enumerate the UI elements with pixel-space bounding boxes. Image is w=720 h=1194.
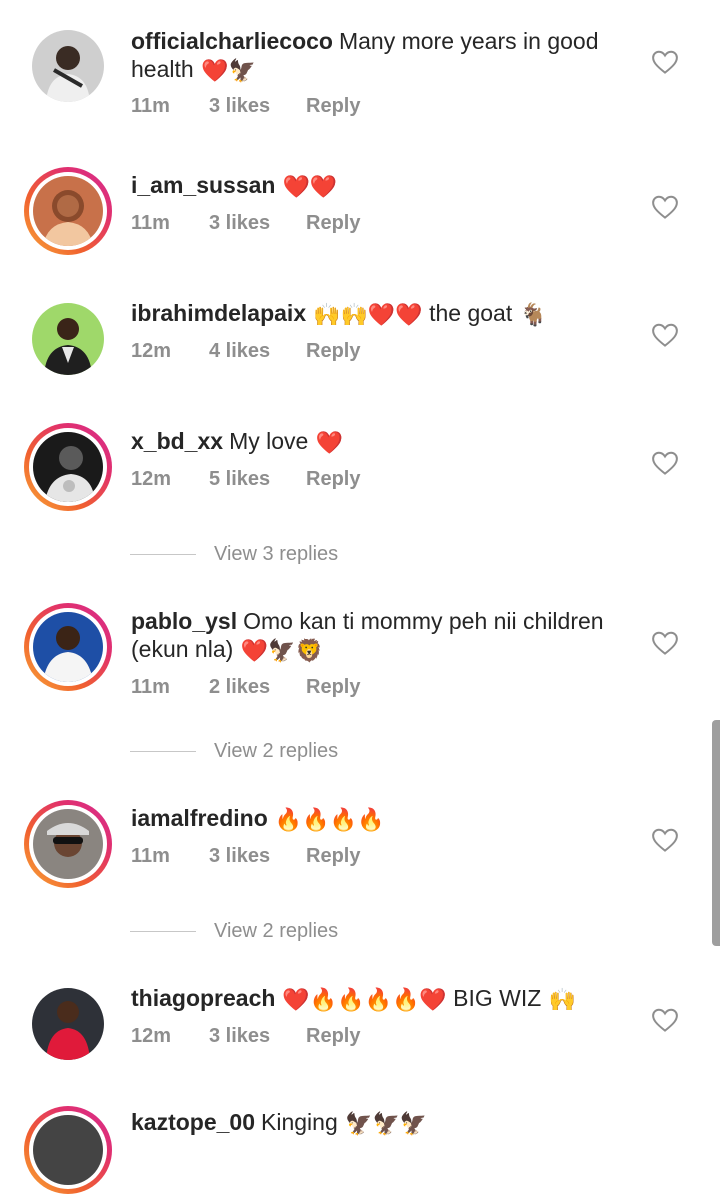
- likes-count[interactable]: 5 likes: [209, 466, 306, 492]
- avatar[interactable]: [24, 167, 112, 255]
- likes-count[interactable]: 3 likes: [209, 1023, 306, 1049]
- comment-text: kaztope_00 Kinging 🦅🦅🦅: [131, 1108, 631, 1136]
- likes-count[interactable]: 2 likes: [209, 674, 306, 700]
- comment-text: officialcharliecoco Many more years in go…: [131, 27, 631, 83]
- username[interactable]: iamalfredino: [131, 805, 268, 831]
- username[interactable]: pablo_ysl: [131, 608, 237, 634]
- username[interactable]: kaztope_00: [131, 1109, 255, 1135]
- replies-divider: [130, 751, 196, 753]
- avatar[interactable]: [24, 22, 112, 110]
- reply-button[interactable]: Reply: [306, 843, 360, 869]
- comment-emoji: ❤️🦅🦁: [240, 638, 323, 663]
- comment-text: thiagopreach ❤️🔥🔥🔥🔥❤️ BIG WIZ 🙌: [131, 984, 631, 1012]
- avatar[interactable]: [24, 1106, 112, 1194]
- heart-outline-icon[interactable]: [650, 47, 680, 77]
- avatar[interactable]: [24, 800, 112, 888]
- timestamp: 11m: [131, 676, 170, 698]
- view-replies-button[interactable]: View 2 replies: [130, 918, 338, 944]
- comment-emoji: ❤️🦅: [201, 58, 256, 83]
- comment-text: x_bd_xx My love ❤️: [131, 427, 631, 455]
- view-replies-button[interactable]: View 3 replies: [130, 541, 338, 567]
- goat-emoji: 🐐: [519, 302, 548, 327]
- reply-button[interactable]: Reply: [306, 210, 360, 236]
- avatar[interactable]: [24, 603, 112, 691]
- likes-count[interactable]: 4 likes: [209, 338, 306, 364]
- reply-button[interactable]: Reply: [306, 674, 360, 700]
- comment-text: ibrahimdelapaix 🙌🙌❤️❤️ the goat 🐐: [131, 299, 631, 327]
- comment-text: pablo_ysl Omo kan ti mommy peh nii childr…: [131, 607, 631, 663]
- comment-meta: 12m 3 likes Reply: [131, 1023, 360, 1049]
- comment-meta: 11m 3 likes Reply: [131, 843, 360, 869]
- heart-outline-icon[interactable]: [650, 192, 680, 222]
- username[interactable]: i_am_sussan: [131, 172, 275, 198]
- scrollbar-thumb[interactable]: [712, 720, 720, 946]
- timestamp: 12m: [131, 1025, 172, 1047]
- heart-outline-icon[interactable]: [650, 825, 680, 855]
- comment-body: BIG WIZ: [453, 985, 542, 1011]
- avatar[interactable]: [24, 980, 112, 1068]
- comment-body: the goat: [429, 300, 513, 326]
- likes-count[interactable]: 3 likes: [209, 843, 306, 869]
- replies-divider: [130, 931, 196, 933]
- username[interactable]: thiagopreach: [131, 985, 275, 1011]
- username[interactable]: officialcharliecoco: [131, 28, 333, 54]
- raising-hands-emoji: 🙌: [548, 987, 577, 1012]
- likes-count[interactable]: 3 likes: [209, 93, 306, 119]
- comment-emoji: 🦅🦅🦅: [345, 1111, 428, 1136]
- comment-body: Kinging: [261, 1109, 338, 1135]
- timestamp: 11m: [131, 95, 170, 117]
- comment-meta: 11m 3 likes Reply: [131, 93, 360, 119]
- username[interactable]: x_bd_xx: [131, 428, 223, 454]
- timestamp: 12m: [131, 340, 172, 362]
- username[interactable]: ibrahimdelapaix: [131, 300, 306, 326]
- heart-outline-icon[interactable]: [650, 320, 680, 350]
- comment-emoji: ❤️🔥🔥🔥🔥❤️: [282, 987, 447, 1012]
- view-replies-button[interactable]: View 2 replies: [130, 738, 338, 764]
- avatar[interactable]: [24, 423, 112, 511]
- comment-text: i_am_sussan ❤️❤️: [131, 171, 631, 199]
- comment-text: iamalfredino 🔥🔥🔥🔥: [131, 804, 631, 832]
- comment-emoji: ❤️: [315, 430, 344, 455]
- comment-emoji: ❤️❤️: [282, 174, 338, 199]
- timestamp: 11m: [131, 845, 170, 867]
- replies-divider: [130, 554, 196, 556]
- heart-outline-icon[interactable]: [650, 628, 680, 658]
- reply-button[interactable]: Reply: [306, 338, 360, 364]
- avatar[interactable]: [24, 295, 112, 383]
- comment-emoji: 🙌🙌❤️❤️: [313, 302, 423, 327]
- heart-outline-icon[interactable]: [650, 1005, 680, 1035]
- reply-button[interactable]: Reply: [306, 93, 360, 119]
- timestamp: 11m: [131, 212, 170, 234]
- timestamp: 12m: [131, 468, 172, 490]
- comment-meta: 11m 3 likes Reply: [131, 210, 360, 236]
- comment-meta: 11m 2 likes Reply: [131, 674, 360, 700]
- comment-emoji: 🔥🔥🔥🔥: [274, 807, 385, 832]
- reply-button[interactable]: Reply: [306, 466, 360, 492]
- heart-outline-icon[interactable]: [650, 448, 680, 478]
- comment-body: My love: [229, 428, 309, 454]
- reply-button[interactable]: Reply: [306, 1023, 360, 1049]
- comment-meta: 12m 5 likes Reply: [131, 466, 360, 492]
- comment-meta: 12m 4 likes Reply: [131, 338, 360, 364]
- likes-count[interactable]: 3 likes: [209, 210, 306, 236]
